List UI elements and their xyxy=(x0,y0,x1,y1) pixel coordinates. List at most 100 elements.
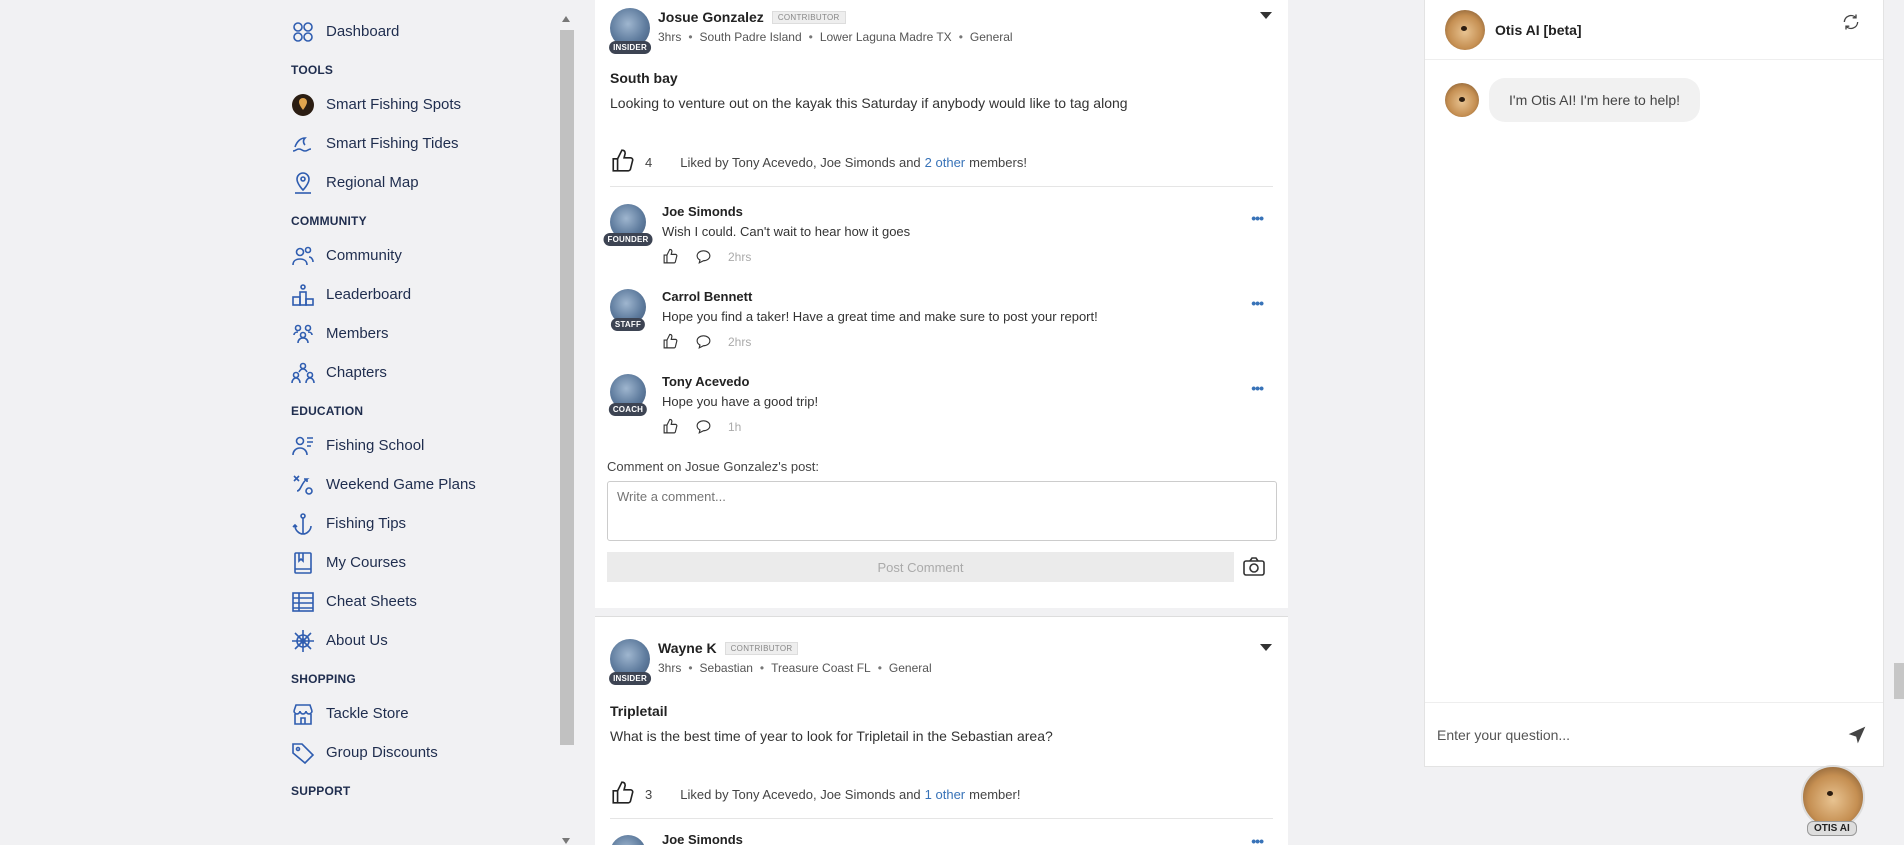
sidebar-item-chapters[interactable]: Chapters xyxy=(291,353,551,392)
sidebar-item-fishing-school[interactable]: Fishing School xyxy=(291,426,551,465)
scroll-up-arrow-icon[interactable] xyxy=(562,16,570,22)
post-card: INSIDER Wayne K CONTRIBUTOR 3hrs • Sebasti… xyxy=(595,616,1288,845)
post-region[interactable]: Treasure Coast FL xyxy=(771,661,871,675)
post-location[interactable]: South Padre Island xyxy=(700,30,802,44)
comment-author[interactable]: Tony Acevedo xyxy=(662,374,749,389)
camera-icon[interactable] xyxy=(1242,555,1266,579)
page-scrollbar-thumb[interactable] xyxy=(1894,663,1904,699)
sidebar-item-cheat-sheets[interactable]: Cheat Sheets xyxy=(291,582,551,621)
sidebar-item-label: Regional Map xyxy=(326,174,419,191)
chat-question-input[interactable] xyxy=(1437,726,1817,743)
sidebar-item-label: Leaderboard xyxy=(326,286,412,303)
section-title-shopping: SHOPPING xyxy=(291,672,356,686)
post-time: 3hrs xyxy=(658,30,682,44)
like-thumb-icon[interactable] xyxy=(610,780,636,809)
scroll-down-arrow-icon[interactable] xyxy=(562,838,570,844)
sidebar-item-label: Group Discounts xyxy=(326,744,438,761)
avatar[interactable]: COACH xyxy=(608,374,648,416)
sidebar-item-my-courses[interactable]: My Courses xyxy=(291,543,551,582)
like-row: 4 Liked by Tony Acevedo, Joe Simonds and… xyxy=(610,148,1273,177)
like-thumb-icon[interactable] xyxy=(662,248,679,265)
like-thumb-icon[interactable] xyxy=(662,418,679,435)
like-thumb-icon[interactable] xyxy=(662,333,679,350)
otis-ai-launcher-button[interactable]: OTIS AI xyxy=(1801,765,1867,845)
game-plan-icon xyxy=(291,473,315,497)
comment-text: Hope you find a taker! Have a great time… xyxy=(662,309,1098,324)
divider xyxy=(610,186,1273,187)
sidebar-item-tackle-store[interactable]: Tackle Store xyxy=(291,694,551,733)
reply-bubble-icon[interactable] xyxy=(695,418,712,435)
sidebar-item-about-us[interactable]: About Us xyxy=(291,621,551,660)
avatar[interactable] xyxy=(610,835,646,845)
sidebar-item-community[interactable]: Community xyxy=(291,236,551,275)
more-options-icon[interactable]: ••• xyxy=(1251,380,1264,396)
avatar[interactable]: INSIDER xyxy=(609,639,651,685)
sidebar-item-label: Weekend Game Plans xyxy=(326,476,476,493)
sidebar-item-weekend-game-plans[interactable]: Weekend Game Plans xyxy=(291,465,551,504)
sidebar-scrollbar-thumb[interactable] xyxy=(560,30,574,745)
avatar[interactable]: INSIDER xyxy=(609,8,651,54)
post-card: INSIDER Josue Gonzalez CONTRIBUTOR 3hrs •… xyxy=(595,0,1288,608)
role-tag: CONTRIBUTOR xyxy=(771,10,846,24)
comment-author[interactable]: Carrol Bennett xyxy=(662,289,752,304)
refresh-icon[interactable] xyxy=(1841,12,1861,32)
comment-input[interactable] xyxy=(607,481,1277,541)
sidebar-item-group-discounts[interactable]: Group Discounts xyxy=(291,733,551,772)
post-author[interactable]: Josue Gonzalez xyxy=(658,9,764,25)
sidebar-item-fishing-tips[interactable]: Fishing Tips xyxy=(291,504,551,543)
section-title-education: EDUCATION xyxy=(291,404,364,418)
liked-by-others-link[interactable]: 2 other xyxy=(925,155,965,170)
like-count: 4 xyxy=(645,155,653,170)
sidebar-item-label: Smart Fishing Tides xyxy=(326,135,459,152)
sidebar-item-regional-map[interactable]: Regional Map xyxy=(291,163,551,202)
sidebar-item-dashboard[interactable]: Dashboard xyxy=(291,12,551,51)
sidebar-item-members[interactable]: Members xyxy=(291,314,551,353)
avatar[interactable]: FOUNDER xyxy=(603,204,653,246)
liked-by-suffix: members! xyxy=(969,155,1027,170)
post-meta: 3hrs • South Padre Island • Lower Laguna Mad… xyxy=(658,30,1013,44)
member-badge: INSIDER xyxy=(609,672,651,685)
post-category[interactable]: General xyxy=(889,661,932,675)
members-icon xyxy=(291,322,315,346)
avatar[interactable]: STAFF xyxy=(610,289,646,331)
post-comment-button[interactable]: Post Comment xyxy=(607,552,1234,582)
otis-avatar xyxy=(1445,83,1479,117)
more-options-icon[interactable]: ••• xyxy=(1251,295,1264,311)
people-icon xyxy=(291,244,315,268)
sidebar-item-label: Tackle Store xyxy=(326,705,409,722)
member-badge: COACH xyxy=(608,403,648,416)
nav-list: Dashboard TOOLS Smart Fishing Spots Smar… xyxy=(291,12,551,806)
chat-message: I'm Otis AI! I'm here to help! xyxy=(1445,78,1701,122)
reply-bubble-icon[interactable] xyxy=(695,333,712,350)
role-tag: CONTRIBUTOR xyxy=(724,641,799,655)
more-options-icon[interactable]: ••• xyxy=(1251,835,1264,845)
post-title: South bay xyxy=(610,70,678,86)
sidebar-item-label: Community xyxy=(326,247,402,264)
post-location[interactable]: Sebastian xyxy=(700,661,753,675)
like-thumb-icon[interactable] xyxy=(610,148,636,177)
dashboard-icon xyxy=(291,20,315,44)
more-options-icon[interactable]: ••• xyxy=(1251,210,1264,226)
chat-header: Otis AI [beta] xyxy=(1425,0,1883,60)
send-icon[interactable] xyxy=(1847,725,1867,745)
post-author[interactable]: Wayne K xyxy=(658,640,717,656)
comment-time: 2hrs xyxy=(728,334,752,349)
reply-bubble-icon[interactable] xyxy=(695,248,712,265)
sidebar-item-smart-fishing-spots[interactable]: Smart Fishing Spots xyxy=(291,85,551,124)
post-options-caret-icon[interactable] xyxy=(1260,644,1272,651)
post-meta: 3hrs • Sebastian • Treasure Coast FL • General xyxy=(658,661,932,675)
post-category[interactable]: General xyxy=(970,30,1013,44)
post-region[interactable]: Lower Laguna Madre TX xyxy=(820,30,952,44)
section-title-tools: TOOLS xyxy=(291,63,334,77)
sidebar-item-label: Smart Fishing Spots xyxy=(326,96,462,113)
member-badge: FOUNDER xyxy=(603,233,653,246)
liked-by-others-link[interactable]: 1 other xyxy=(925,787,965,802)
comment-author[interactable]: Joe Simonds xyxy=(662,835,743,845)
chat-input-bar xyxy=(1425,702,1883,766)
comment-author[interactable]: Joe Simonds xyxy=(662,204,743,219)
otis-chat-panel: Otis AI [beta] I'm Otis AI! I'm here to … xyxy=(1424,0,1884,767)
sidebar-item-leaderboard[interactable]: Leaderboard xyxy=(291,275,551,314)
sidebar-item-smart-fishing-tides[interactable]: Smart Fishing Tides xyxy=(291,124,551,163)
post-options-caret-icon[interactable] xyxy=(1260,12,1272,19)
post-body: Looking to venture out on the kayak this… xyxy=(610,95,1128,111)
